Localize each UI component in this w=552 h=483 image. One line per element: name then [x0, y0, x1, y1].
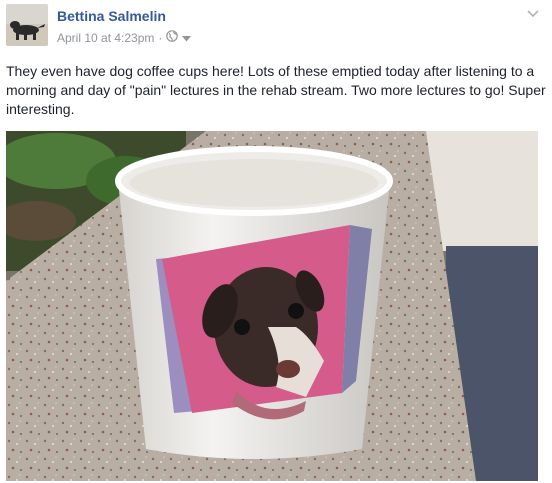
post-body-text: They even have dog coffee cups here! Lot…	[6, 63, 546, 117]
chevron-down-icon[interactable]	[526, 6, 540, 18]
post-meta: April 10 at 4:23pm ·	[57, 30, 192, 45]
facebook-post: Bettina Salmelin April 10 at 4:23pm · Th…	[0, 0, 552, 483]
globe-icon[interactable]	[166, 30, 179, 45]
author-name-link[interactable]: Bettina Salmelin	[57, 8, 166, 24]
caret-down-icon[interactable]	[182, 31, 192, 45]
meta-separator: ·	[158, 30, 163, 45]
avatar[interactable]	[6, 4, 48, 46]
timestamp-link[interactable]: April 10 at 4:23pm	[57, 31, 154, 45]
post-photo[interactable]	[6, 131, 538, 481]
